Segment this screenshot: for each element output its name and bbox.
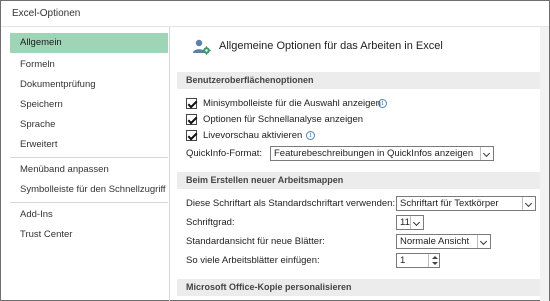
sheet-count-stepper[interactable]: 1 [396, 253, 440, 268]
section-personalize: Microsoft Office-Kopie personalisieren [177, 279, 547, 296]
spin-up-icon[interactable] [432, 256, 438, 259]
default-view-row: Standardansicht für neue Blätter: Normal… [177, 234, 547, 250]
font-size-value: 11 [400, 217, 410, 228]
default-font-row: Diese Schriftart als Standardschriftart … [177, 196, 547, 212]
excel-options-window: Excel-Optionen Allgemein Formeln Dokumen… [0, 0, 550, 301]
default-font-select[interactable]: Schriftart für Textkörper [396, 196, 536, 211]
page-title: Allgemeine Optionen für das Arbeiten in … [219, 40, 443, 52]
info-icon[interactable]: i [306, 131, 315, 140]
quickinfo-row: QuickInfo-Format: Featurebeschreibungen … [177, 146, 547, 162]
sidebar-item-schnellzugriff[interactable]: Symbolleiste für den Schnellzugriff [10, 180, 168, 200]
mini-toolbar-checkbox[interactable] [186, 98, 197, 109]
default-font-label: Diese Schriftart als Standardschriftart … [186, 198, 396, 209]
sidebar-item-dokumentpruefung[interactable]: Dokumentprüfung [10, 75, 168, 95]
options-main-panel: Allgemeine Optionen für das Arbeiten in … [177, 31, 547, 301]
sidebar-item-menueband[interactable]: Menüband anpassen [10, 160, 168, 180]
font-size-row: Schriftgrad: 11 [177, 215, 547, 231]
mini-toolbar-label: Minisymbolleiste für die Auswahl anzeige… [203, 98, 381, 109]
quickinfo-label: QuickInfo-Format: [186, 148, 263, 159]
window-title: Excel-Optionen [12, 8, 81, 19]
default-font-value: Schriftart für Textkörper [400, 198, 499, 209]
info-icon[interactable]: i [378, 99, 387, 108]
default-view-label: Standardansicht für neue Blätter: [186, 236, 325, 247]
live-preview-label: Livevorschau aktivieren [203, 130, 303, 141]
sheet-count-value: 1 [400, 255, 406, 266]
settings-people-icon [193, 39, 211, 55]
title-bar: Excel-Optionen [1, 1, 549, 27]
chevron-down-icon [522, 197, 535, 210]
default-view-value: Normale Ansicht [400, 236, 470, 247]
chevron-down-icon [410, 216, 423, 229]
section-new-workbooks: Beim Erstellen neuer Arbeitsmappen [177, 172, 547, 189]
spinner-buttons[interactable] [428, 254, 439, 267]
sidebar-item-add-ins[interactable]: Add-Ins [10, 205, 168, 225]
section-ui-options: Benutzeroberflächenoptionen [177, 72, 547, 89]
live-preview-checkbox[interactable] [186, 130, 197, 141]
vertical-scrollbar[interactable] [540, 27, 549, 301]
mini-toolbar-row: Minisymbolleiste für die Auswahl anzeige… [177, 97, 547, 111]
quick-analysis-checkbox[interactable] [186, 114, 197, 125]
sidebar-separator [10, 157, 168, 158]
sidebar-item-trust-center[interactable]: Trust Center [10, 225, 168, 245]
quickinfo-format-value: Featurebeschreibungen in QuickInfos anze… [274, 148, 474, 159]
font-size-select[interactable]: 11 [396, 215, 424, 230]
spin-down-icon[interactable] [432, 262, 438, 265]
chevron-down-icon [480, 147, 493, 160]
quickinfo-format-select[interactable]: Featurebeschreibungen in QuickInfos anze… [270, 146, 494, 161]
options-sidebar: Allgemein Formeln Dokumentprüfung Speich… [10, 31, 168, 299]
sidebar-item-formeln[interactable]: Formeln [10, 55, 168, 75]
quick-analysis-label: Optionen für Schnellanalyse anzeigen [203, 114, 364, 125]
chevron-down-icon [477, 235, 490, 248]
sidebar-item-erweitert[interactable]: Erweitert [10, 135, 168, 155]
sheet-count-label: So viele Arbeitsblätter einfügen: [186, 255, 320, 266]
sheet-count-row: So viele Arbeitsblätter einfügen: 1 [177, 253, 547, 269]
sidebar-item-allgemein[interactable]: Allgemein [10, 33, 168, 53]
page-header: Allgemeine Optionen für das Arbeiten in … [177, 31, 547, 67]
sidebar-item-speichern[interactable]: Speichern [10, 95, 168, 115]
sidebar-separator [10, 202, 168, 203]
sidebar-divider [169, 27, 170, 301]
font-size-label: Schriftgrad: [186, 217, 235, 228]
quick-analysis-row: Optionen für Schnellanalyse anzeigen [177, 113, 547, 127]
sidebar-item-sprache[interactable]: Sprache [10, 115, 168, 135]
default-view-select[interactable]: Normale Ansicht [396, 234, 491, 249]
live-preview-row: Livevorschau aktivieren i [177, 129, 547, 143]
